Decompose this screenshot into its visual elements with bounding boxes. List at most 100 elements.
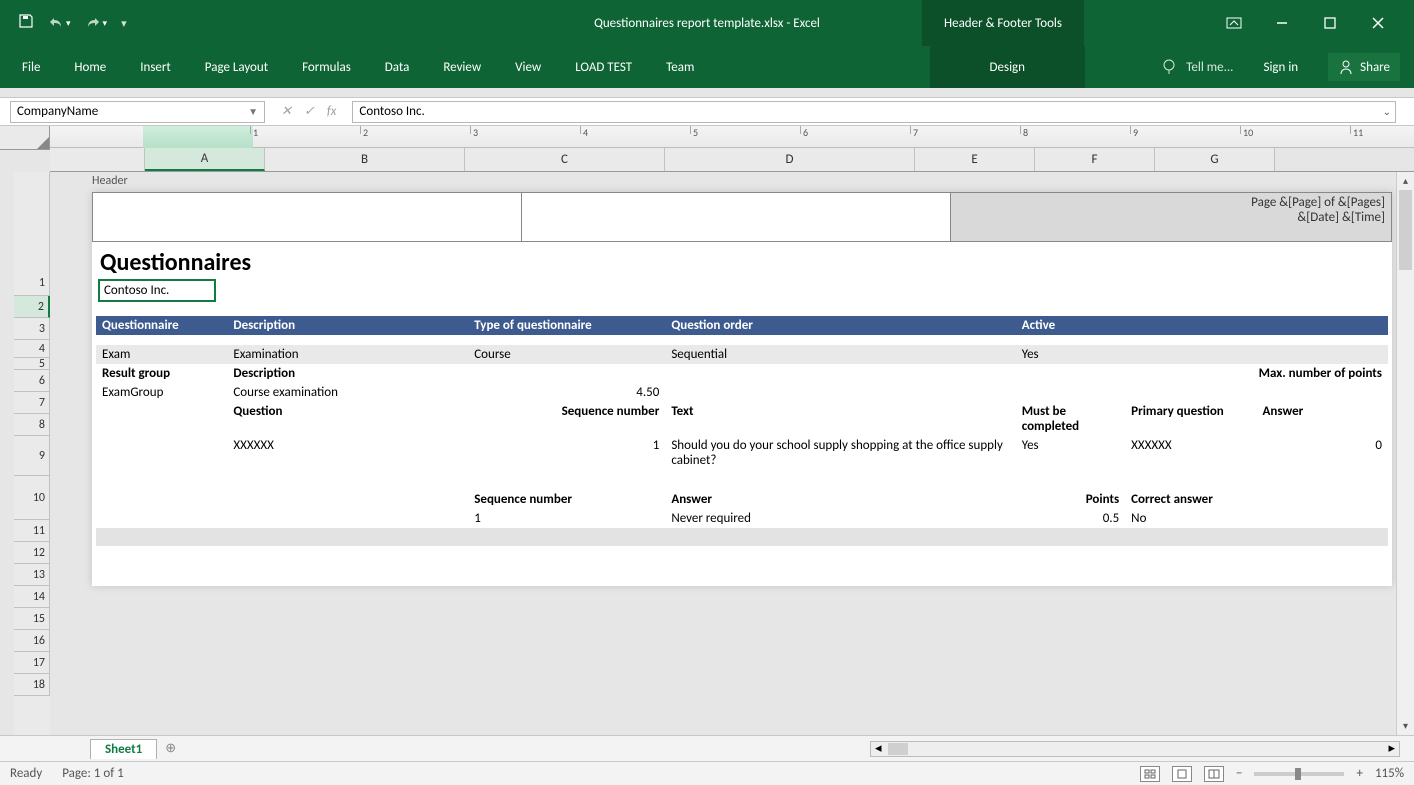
select-all-corner[interactable] xyxy=(0,126,50,150)
data-table: QuestionnaireDescriptionType of question… xyxy=(96,316,1388,546)
share-icon xyxy=(1338,59,1354,75)
zoom-out-icon[interactable]: − xyxy=(1236,766,1242,781)
share-button[interactable]: Share xyxy=(1328,53,1400,81)
row-headers[interactable]: 123456789101112131415161718 xyxy=(14,172,50,735)
redo-icon[interactable]: ▾ xyxy=(85,16,108,30)
fx-icon[interactable]: fx xyxy=(327,104,337,119)
sign-in[interactable]: Sign in xyxy=(1263,60,1298,75)
row-header[interactable]: 18 xyxy=(14,674,50,696)
active-cell[interactable]: Contoso Inc. xyxy=(98,279,216,302)
page-layout-view-icon[interactable] xyxy=(1172,766,1192,782)
zoom-slider[interactable] xyxy=(1254,772,1344,776)
column-header[interactable]: G xyxy=(1155,148,1275,171)
header-label: Header xyxy=(92,174,128,188)
scroll-up-icon[interactable]: ▴ xyxy=(1397,172,1414,190)
row-header[interactable]: 1 xyxy=(14,270,50,296)
horizontal-ruler: 1234567891011 xyxy=(50,126,1414,148)
row-header[interactable]: 11 xyxy=(14,520,50,542)
tell-me[interactable]: Tell me... xyxy=(1160,58,1233,76)
window-controls xyxy=(1224,13,1414,33)
zoom-in-icon[interactable]: + xyxy=(1356,766,1362,781)
status-bar: Ready Page: 1 of 1 − + 115% xyxy=(0,761,1414,785)
row-header[interactable]: 4 xyxy=(14,340,50,358)
table-row: ExamGroupCourse examination4.50 xyxy=(96,383,1388,402)
row-header[interactable]: 9 xyxy=(14,436,50,476)
column-headers[interactable]: ABCDEFG xyxy=(50,148,1414,172)
expand-formula-icon[interactable]: ⌄ xyxy=(1383,105,1391,118)
column-header[interactable]: E xyxy=(915,148,1035,171)
tab-review[interactable]: Review xyxy=(441,56,483,79)
table-row: ExamExaminationCourseSequentialYes xyxy=(96,345,1388,364)
header-left[interactable] xyxy=(93,193,522,241)
page-title: Questionnaires xyxy=(96,246,1388,277)
tab-insert[interactable]: Insert xyxy=(138,56,173,79)
ribbon-options-icon[interactable] xyxy=(1224,13,1244,33)
tab-formulas[interactable]: Formulas xyxy=(300,56,353,79)
chevron-down-icon[interactable]: ▼ xyxy=(248,105,258,118)
maximize-icon[interactable] xyxy=(1320,13,1340,33)
page-break-view-icon[interactable] xyxy=(1204,766,1224,782)
add-sheet-icon[interactable]: ⊕ xyxy=(165,741,176,756)
row-header[interactable]: 5 xyxy=(14,358,50,370)
tab-team[interactable]: Team xyxy=(664,56,696,79)
table-row: Result groupDescriptionMax. number of po… xyxy=(96,364,1388,383)
row-header[interactable]: 16 xyxy=(14,630,50,652)
tab-design[interactable]: Design xyxy=(930,46,1085,88)
column-header[interactable]: B xyxy=(265,148,465,171)
formula-input[interactable]: Contoso Inc. ⌄ xyxy=(352,101,1396,123)
scroll-down-icon[interactable]: ▾ xyxy=(1397,717,1414,735)
page: Header Page &[Page] of &[Pages] &[Date] … xyxy=(92,192,1392,586)
column-header[interactable]: D xyxy=(665,148,915,171)
scroll-thumb[interactable] xyxy=(1399,190,1412,270)
save-icon[interactable] xyxy=(18,13,34,33)
tab-view[interactable]: View xyxy=(513,56,543,79)
tab-data[interactable]: Data xyxy=(383,56,412,79)
page-area[interactable]: Header Page &[Page] of &[Pages] &[Date] … xyxy=(50,172,1414,735)
status-ready: Ready xyxy=(10,766,42,781)
table-header-row: QuestionnaireDescriptionType of question… xyxy=(96,316,1388,335)
scroll-thumb[interactable] xyxy=(888,743,908,755)
row-header[interactable]: 3 xyxy=(14,318,50,340)
row-header[interactable]: 13 xyxy=(14,564,50,586)
header-right[interactable]: Page &[Page] of &[Pages] &[Date] &[Time] xyxy=(951,193,1391,241)
tab-page-layout[interactable]: Page Layout xyxy=(203,56,270,79)
close-icon[interactable] xyxy=(1368,13,1388,33)
page-header[interactable]: Page &[Page] of &[Pages] &[Date] &[Time] xyxy=(92,192,1392,242)
vertical-ruler xyxy=(0,172,14,735)
scroll-left-icon[interactable]: ◂ xyxy=(871,741,886,756)
tab-load-test[interactable]: LOAD TEST xyxy=(573,56,634,79)
row-header[interactable]: 15 xyxy=(14,608,50,630)
sheet-tab[interactable]: Sheet1 xyxy=(90,739,157,759)
undo-icon[interactable]: ▾ xyxy=(48,16,71,30)
name-box[interactable]: CompanyName▼ xyxy=(10,101,265,123)
row-header[interactable]: 14 xyxy=(14,586,50,608)
enter-icon[interactable]: ✓ xyxy=(304,104,315,119)
scroll-right-icon[interactable]: ▸ xyxy=(1384,741,1399,756)
table-row: XXXXXX1Should you do your school supply … xyxy=(96,436,1388,470)
minimize-icon[interactable] xyxy=(1272,13,1292,33)
row-header[interactable]: 6 xyxy=(14,370,50,392)
zoom-level[interactable]: 115% xyxy=(1375,766,1404,781)
normal-view-icon[interactable] xyxy=(1140,766,1160,782)
row-header[interactable]: 12 xyxy=(14,542,50,564)
vertical-scrollbar[interactable]: ▴ ▾ xyxy=(1396,172,1414,735)
tab-home[interactable]: Home xyxy=(72,56,108,79)
quick-access-toolbar: ▾ ▾ ▾ xyxy=(0,13,127,33)
header-center[interactable] xyxy=(522,193,951,241)
row-header[interactable]: 8 xyxy=(14,414,50,436)
title-bar: ▾ ▾ ▾ Questionnaires report template.xls… xyxy=(0,0,1414,46)
formula-bar: CompanyName▼ ✕ ✓ fx Contoso Inc. ⌄ xyxy=(0,98,1414,126)
row-header[interactable]: 7 xyxy=(14,392,50,414)
tab-file[interactable]: File xyxy=(20,56,42,79)
qat-customize-icon[interactable]: ▾ xyxy=(121,17,127,30)
table-row: Sequence numberAnswerPointsCorrect answe… xyxy=(96,490,1388,509)
row-header[interactable]: 17 xyxy=(14,652,50,674)
horizontal-scrollbar[interactable]: ◂ ▸ xyxy=(870,741,1400,757)
column-header[interactable]: C xyxy=(465,148,665,171)
cancel-icon[interactable]: ✕ xyxy=(281,104,292,119)
row-header[interactable]: 2 xyxy=(14,296,50,318)
sheet-content: Questionnaires Contoso Inc. Questionnair… xyxy=(92,246,1392,586)
column-header[interactable]: A xyxy=(145,148,265,171)
column-header[interactable]: F xyxy=(1035,148,1155,171)
row-header[interactable]: 10 xyxy=(14,476,50,520)
